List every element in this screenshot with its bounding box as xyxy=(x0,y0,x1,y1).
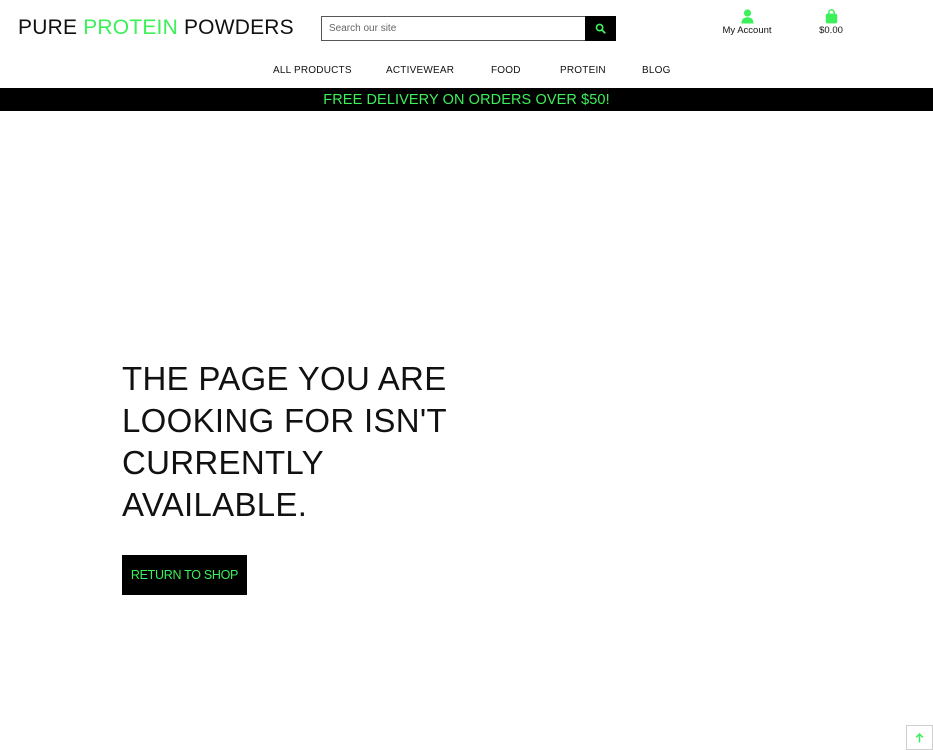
my-account-link[interactable]: My Account xyxy=(712,9,782,36)
back-to-top-button[interactable] xyxy=(906,725,933,750)
promo-banner: FREE DELIVERY ON ORDERS OVER $50! xyxy=(0,88,933,111)
return-to-shop-button[interactable]: RETURN TO SHOP xyxy=(122,555,247,595)
nav-item-blog[interactable]: BLOG xyxy=(642,65,671,76)
shopping-bag-icon xyxy=(825,9,837,24)
logo-text-powders: POWDERS xyxy=(177,16,294,39)
my-account-label: My Account xyxy=(722,25,772,36)
site-logo[interactable]: PURE PROTEIN POWDERS xyxy=(18,16,294,40)
search-form xyxy=(321,16,616,41)
nav-item-all-products[interactable]: ALL PRODUCTS xyxy=(273,65,352,76)
user-icon xyxy=(741,9,753,24)
main-nav: ALL PRODUCTS ACTIVEWEAR FOOD PROTEIN BLO… xyxy=(0,65,933,79)
promo-text: FREE DELIVERY ON ORDERS OVER $50! xyxy=(323,91,610,108)
cart-link[interactable]: $0.00 xyxy=(806,9,856,36)
search-button[interactable] xyxy=(585,16,616,41)
search-input[interactable] xyxy=(321,16,586,41)
nav-item-food[interactable]: FOOD xyxy=(491,65,521,76)
logo-text-pure: PURE xyxy=(18,16,84,39)
cart-total: $0.00 xyxy=(819,25,843,36)
nav-item-activewear[interactable]: ACTIVEWEAR xyxy=(386,65,454,76)
arrow-up-icon xyxy=(915,732,924,742)
search-icon xyxy=(595,23,606,34)
nav-item-protein[interactable]: PROTEIN xyxy=(560,65,606,76)
logo-text-protein: PROTEIN xyxy=(83,16,178,39)
site-header: PURE PROTEIN POWDERS My Account $0.00 AL… xyxy=(0,0,933,88)
page-headline: THE PAGE YOU ARE LOOKING FOR ISN'T CURRE… xyxy=(122,360,447,523)
